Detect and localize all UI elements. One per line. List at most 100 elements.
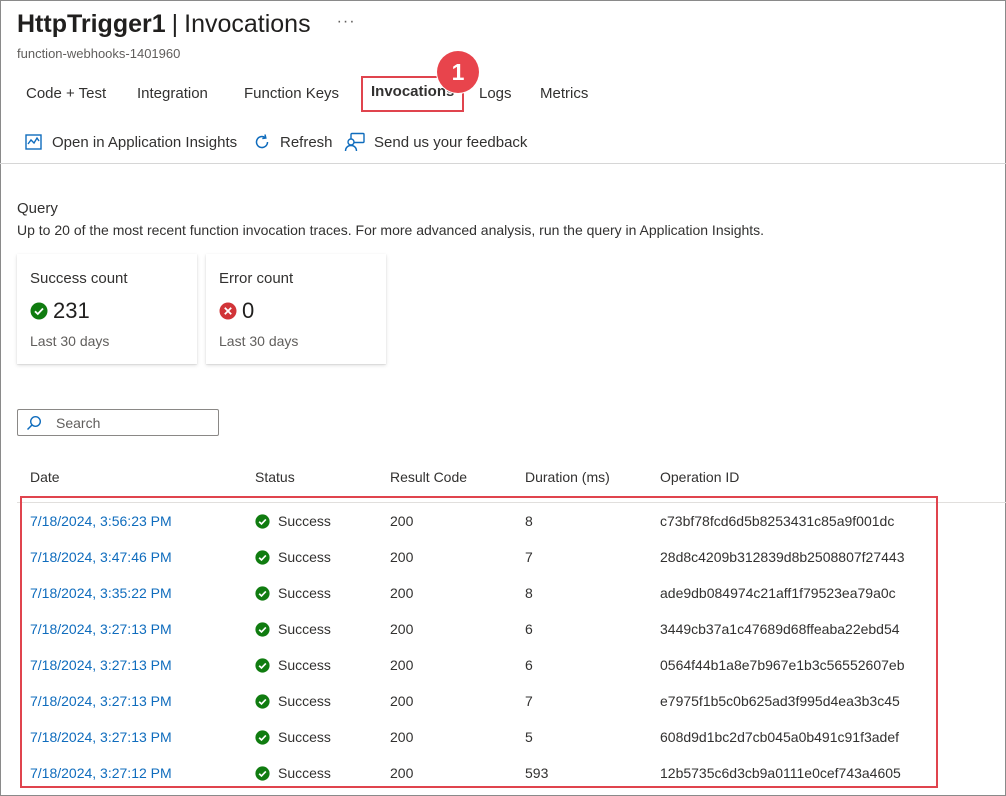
success-count-value: 231 — [53, 298, 90, 323]
success-card-value-row: 231 — [30, 298, 90, 324]
search-box[interactable] — [17, 409, 219, 436]
duration: 6 — [525, 657, 533, 673]
column-header-result-code[interactable]: Result Code — [390, 469, 467, 485]
result-code: 200 — [390, 585, 414, 601]
tab-integration[interactable]: Integration — [137, 78, 208, 110]
success-check-icon — [255, 657, 270, 673]
status-text: Success — [278, 765, 331, 781]
result-code: 200 — [390, 549, 414, 565]
page-section-title: Invocations — [184, 10, 311, 38]
success-card-footer: Last 30 days — [30, 333, 110, 349]
status-cell: Success — [255, 729, 331, 745]
status-text: Success — [278, 585, 331, 601]
table-row[interactable]: 7/18/2024, 3:47:46 PM Success 200 7 28d8… — [0, 540, 1006, 576]
status-text: Success — [278, 621, 331, 637]
table-row[interactable]: 7/18/2024, 3:27:13 PM Success 200 6 3449… — [0, 612, 1006, 648]
invocation-date-link[interactable]: 7/18/2024, 3:27:13 PM — [30, 729, 172, 745]
success-count-card: Success count 231 Last 30 days — [17, 254, 197, 364]
success-check-icon — [255, 513, 270, 529]
table-row[interactable]: 7/18/2024, 3:27:13 PM Success 200 6 0564… — [0, 648, 1006, 684]
result-code: 200 — [390, 513, 414, 529]
status-cell: Success — [255, 657, 331, 673]
success-check-icon — [30, 302, 48, 320]
duration: 7 — [525, 549, 533, 565]
operation-id: 0564f44b1a8e7b967e1b3c56552607eb — [660, 657, 905, 673]
refresh-label: Refresh — [280, 133, 333, 151]
duration: 7 — [525, 693, 533, 709]
error-card-footer: Last 30 days — [219, 333, 299, 349]
chart-icon — [25, 134, 42, 150]
duration: 593 — [525, 765, 549, 781]
error-x-icon — [219, 302, 237, 320]
table-row[interactable]: 7/18/2024, 3:27:12 PM Success 200 593 12… — [0, 756, 1006, 792]
result-code: 200 — [390, 765, 414, 781]
step-number-badge: 1 — [437, 51, 479, 93]
column-header-status[interactable]: Status — [255, 469, 295, 485]
feedback-person-icon — [344, 132, 365, 152]
table-header-divider — [17, 502, 1006, 503]
tab-metrics[interactable]: Metrics — [540, 78, 588, 110]
feedback-button[interactable]: Send us your feedback — [344, 130, 527, 154]
result-code: 200 — [390, 693, 414, 709]
status-cell: Success — [255, 513, 331, 529]
result-code: 200 — [390, 729, 414, 745]
status-text: Success — [278, 549, 331, 565]
status-text: Success — [278, 513, 331, 529]
column-header-date[interactable]: Date — [30, 469, 60, 485]
invocation-date-link[interactable]: 7/18/2024, 3:27:13 PM — [30, 621, 172, 637]
status-text: Success — [278, 729, 331, 745]
error-count-card: Error count 0 Last 30 days — [206, 254, 386, 364]
error-card-value-row: 0 — [219, 298, 254, 324]
refresh-icon — [255, 134, 269, 149]
resource-subtitle: function-webhooks-1401960 — [17, 46, 181, 61]
status-text: Success — [278, 657, 331, 673]
operation-id: e7975f1b5c0b625ad3f995d4ea3b3c45 — [660, 693, 900, 709]
table-row[interactable]: 7/18/2024, 3:56:23 PM Success 200 8 c73b… — [0, 504, 1006, 540]
duration: 8 — [525, 585, 533, 601]
page-header: HttpTrigger1 | Invocations ··· — [17, 10, 356, 39]
search-input[interactable] — [56, 414, 206, 431]
feedback-label: Send us your feedback — [374, 133, 528, 151]
status-cell: Success — [255, 621, 331, 637]
error-count-value: 0 — [242, 298, 255, 323]
status-text: Success — [278, 693, 331, 709]
tab-function-keys[interactable]: Function Keys — [244, 78, 339, 110]
open-app-insights-button[interactable]: Open in Application Insights — [24, 130, 237, 154]
more-options-icon[interactable]: ··· — [337, 13, 356, 31]
column-header-duration[interactable]: Duration (ms) — [525, 469, 610, 485]
success-check-icon — [255, 549, 270, 565]
duration: 6 — [525, 621, 533, 637]
operation-id: 12b5735c6d3cb9a0111e0cef743a4605 — [660, 765, 901, 781]
open-app-insights-label: Open in Application Insights — [52, 133, 238, 151]
tab-logs[interactable]: Logs — [479, 78, 512, 110]
operation-id: ade9db084974c21aff1f79523ea79a0c — [660, 585, 896, 601]
status-cell: Success — [255, 765, 331, 781]
result-code: 200 — [390, 657, 414, 673]
search-icon — [26, 415, 42, 430]
success-card-title: Success count — [30, 270, 128, 287]
error-card-title: Error count — [219, 270, 294, 287]
table-row[interactable]: 7/18/2024, 3:35:22 PM Success 200 8 ade9… — [0, 576, 1006, 612]
column-header-operation-id[interactable]: Operation ID — [660, 469, 739, 485]
success-check-icon — [255, 621, 270, 637]
duration: 8 — [525, 513, 533, 529]
status-cell: Success — [255, 693, 331, 709]
success-check-icon — [255, 765, 270, 781]
invocation-date-link[interactable]: 7/18/2024, 3:47:46 PM — [30, 549, 172, 565]
invocation-date-link[interactable]: 7/18/2024, 3:56:23 PM — [30, 513, 172, 529]
success-check-icon — [255, 585, 270, 601]
invocation-date-link[interactable]: 7/18/2024, 3:27:13 PM — [30, 693, 172, 709]
operation-id: 608d9d1bc2d7cb045a0b491c91f3adef — [660, 729, 900, 745]
success-check-icon — [255, 729, 270, 745]
toolbar-divider — [0, 163, 1006, 164]
success-check-icon — [255, 693, 270, 709]
result-code: 200 — [390, 621, 414, 637]
table-row[interactable]: 7/18/2024, 3:27:13 PM Success 200 5 608d… — [0, 720, 1006, 756]
invocation-date-link[interactable]: 7/18/2024, 3:35:22 PM — [30, 585, 172, 601]
invocation-date-link[interactable]: 7/18/2024, 3:27:13 PM — [30, 657, 172, 673]
refresh-button[interactable]: Refresh — [252, 130, 333, 154]
invocation-date-link[interactable]: 7/18/2024, 3:27:12 PM — [30, 765, 172, 781]
table-row[interactable]: 7/18/2024, 3:27:13 PM Success 200 7 e797… — [0, 684, 1006, 720]
tab-code-test[interactable]: Code + Test — [26, 78, 106, 110]
status-cell: Success — [255, 549, 331, 565]
